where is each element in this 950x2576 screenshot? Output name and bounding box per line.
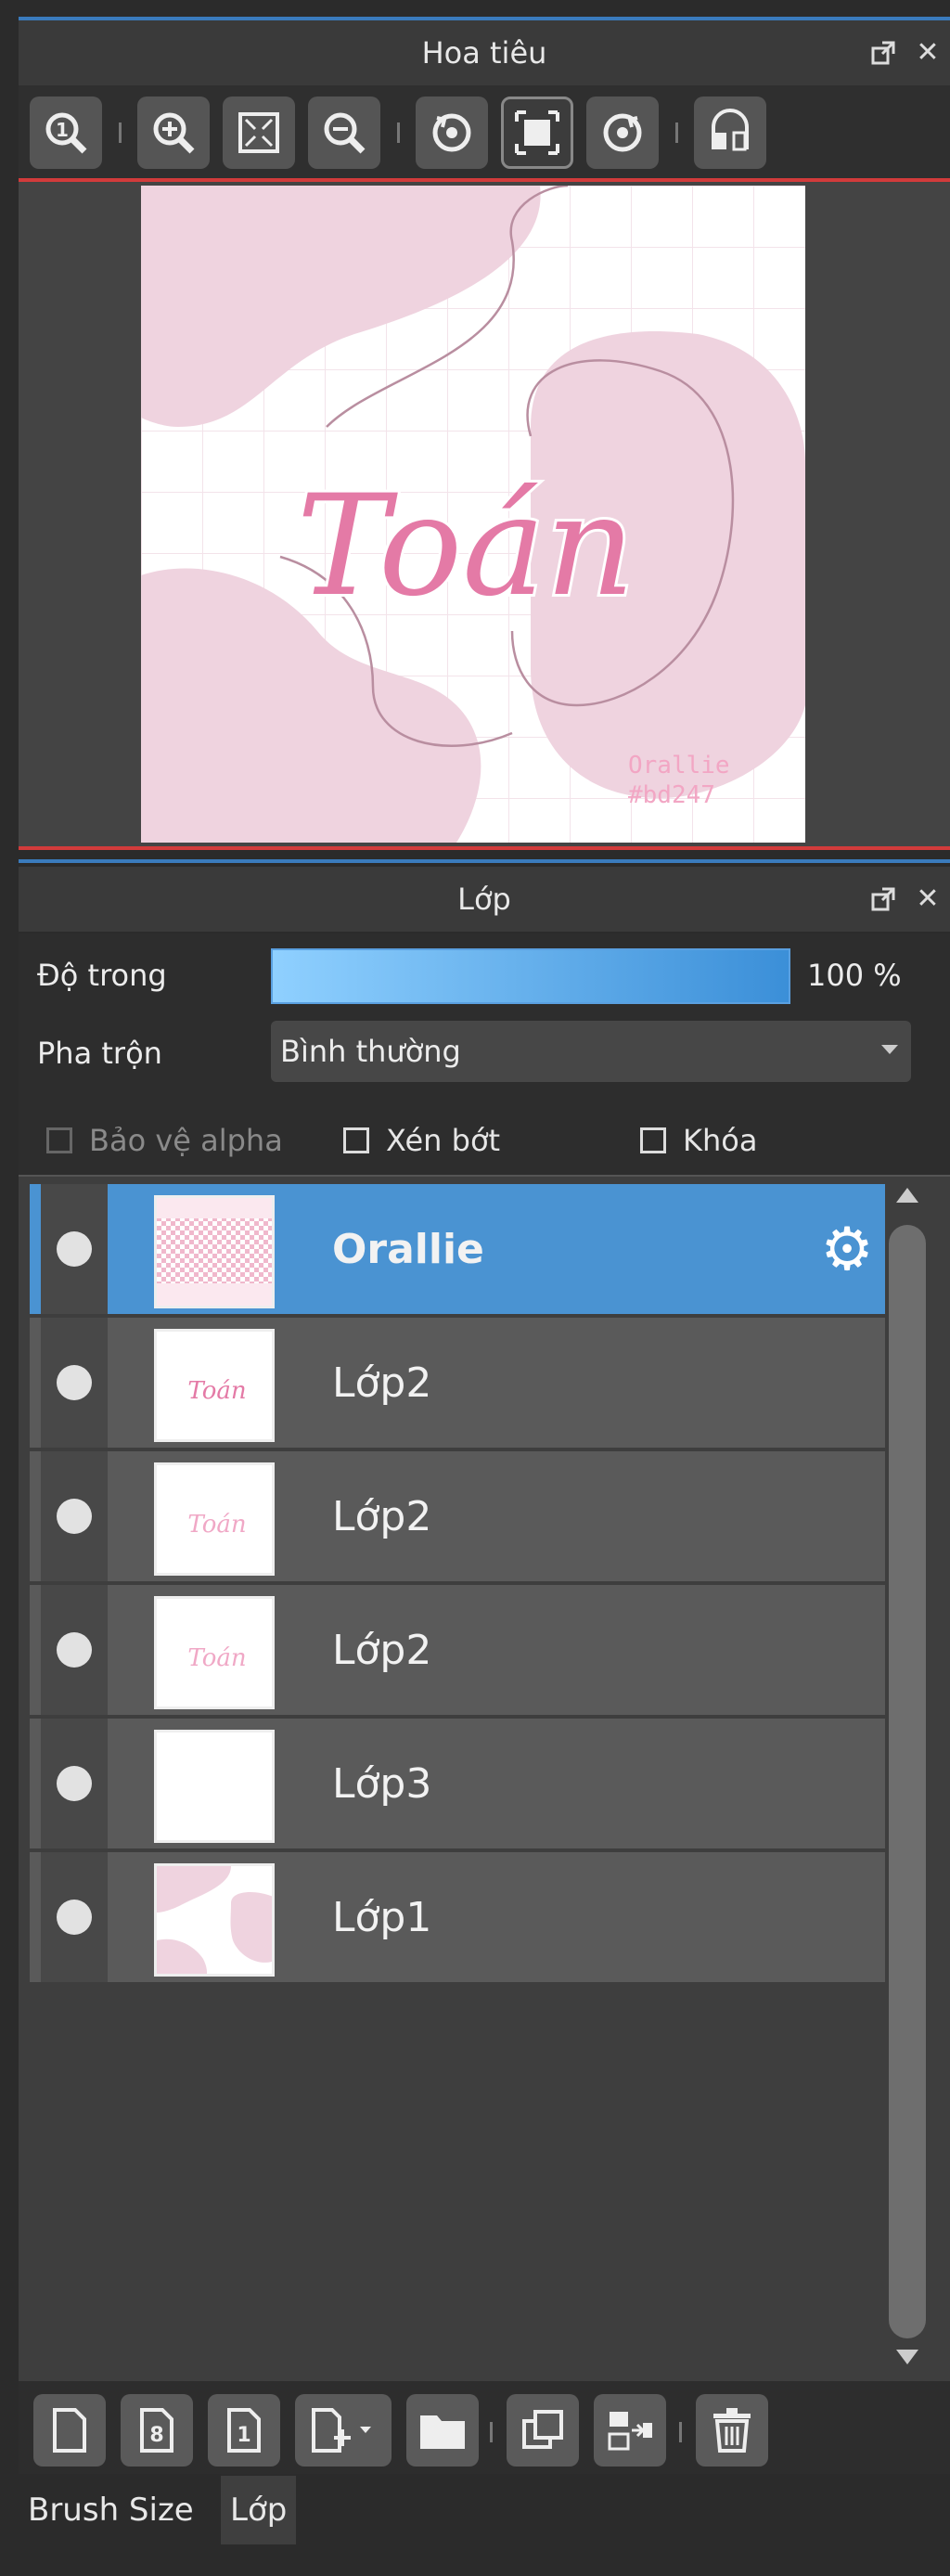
visibility-toggle[interactable]	[41, 1318, 108, 1448]
visibility-toggle[interactable]	[41, 1451, 108, 1581]
flip-horizontal-icon[interactable]	[694, 97, 766, 169]
zoom-actual-icon[interactable]: 1	[30, 97, 102, 169]
scroll-thumb[interactable]	[889, 1225, 926, 2338]
fit-canvas-icon[interactable]	[501, 97, 573, 169]
close-icon[interactable]: ✕	[915, 885, 941, 913]
layer-name: Lớp3	[332, 1759, 432, 1808]
navigator-title: Hoa tiêu	[421, 35, 547, 71]
blend-mode-select[interactable]: Bình thường	[271, 1021, 911, 1082]
svg-text:Toán: Toán	[187, 1511, 246, 1539]
blend-mode-value: Bình thường	[280, 1034, 461, 1069]
navigator-view[interactable]: Toán Orallie #bd247	[19, 178, 950, 850]
chevron-down-icon	[881, 1045, 898, 1054]
layer-toolbar: 8 1	[19, 2381, 950, 2474]
checkbox-icon	[46, 1127, 72, 1153]
layer-row[interactable]: Orallie ⚙	[30, 1184, 885, 1318]
rotate-left-icon[interactable]	[416, 97, 488, 169]
navigator-header: Hoa tiêu ✕	[19, 20, 950, 85]
visibility-toggle[interactable]	[41, 1184, 108, 1314]
popout-icon[interactable]	[870, 886, 896, 912]
opacity-value: 100 %	[807, 958, 902, 993]
toolbar-separator	[675, 122, 678, 143]
scroll-down-icon[interactable]	[896, 2350, 918, 2364]
opacity-slider[interactable]	[271, 948, 790, 1004]
new-8bit-layer-icon[interactable]: 8	[121, 2394, 193, 2467]
visibility-dot-icon	[57, 1766, 92, 1801]
canvas-title: Toán	[297, 466, 635, 627]
svg-text:1: 1	[237, 2424, 250, 2447]
close-icon[interactable]: ✕	[915, 39, 941, 67]
clipping-checkbox[interactable]: Xén bớt	[343, 1123, 500, 1158]
layer-name: Lớp2	[332, 1626, 432, 1674]
toolbar-separator	[679, 2422, 682, 2442]
visibility-dot-icon	[57, 1900, 92, 1935]
panel-divider	[19, 859, 950, 863]
fit-screen-icon[interactable]	[223, 97, 295, 169]
checkbox-icon	[640, 1127, 666, 1153]
layer-thumbnail	[154, 1730, 275, 1843]
new-1bit-layer-icon[interactable]: 1	[208, 2394, 280, 2467]
toolbar-separator	[119, 122, 122, 143]
protect-alpha-label: Bảo vệ alpha	[89, 1123, 283, 1158]
visibility-dot-icon	[57, 1632, 92, 1668]
lock-label: Khóa	[683, 1123, 758, 1158]
panel-tabs: Brush Size Lớp	[19, 2474, 950, 2576]
tab-layer[interactable]: Lớp	[221, 2476, 297, 2544]
layer-list: Orallie ⚙ Toán Lớp2 Toán Lớp2 Toán Lớp2 …	[19, 1175, 950, 2381]
zoom-out-icon[interactable]	[308, 97, 380, 169]
visibility-toggle[interactable]	[41, 1719, 108, 1848]
layer-name: Lớp2	[332, 1492, 432, 1540]
toolbar-separator	[490, 2422, 493, 2442]
clipping-label: Xén bớt	[386, 1123, 501, 1158]
duplicate-layer-icon[interactable]	[507, 2394, 579, 2467]
visibility-dot-icon	[57, 1231, 92, 1267]
layer-name: Lớp2	[332, 1359, 432, 1407]
opacity-label: Độ trong	[37, 958, 167, 993]
gear-icon[interactable]: ⚙	[815, 1217, 879, 1282]
layer-row[interactable]: Toán Lớp2	[30, 1318, 885, 1451]
new-layer-icon[interactable]	[33, 2394, 106, 2467]
tab-brush-size[interactable]: Brush Size	[19, 2476, 203, 2544]
visibility-dot-icon	[57, 1365, 92, 1400]
svg-text:1: 1	[56, 119, 69, 141]
layer-thumbnail: Toán	[154, 1462, 275, 1576]
lock-checkbox[interactable]: Khóa	[640, 1123, 757, 1158]
visibility-toggle[interactable]	[41, 1852, 108, 1982]
scroll-up-icon[interactable]	[896, 1188, 918, 1203]
layer-panel-title: Lớp	[457, 882, 511, 917]
protect-alpha-checkbox[interactable]: Bảo vệ alpha	[46, 1123, 283, 1158]
layer-row[interactable]: Toán Lớp2	[30, 1451, 885, 1585]
layer-thumbnail	[154, 1195, 275, 1308]
svg-text:Toán: Toán	[187, 1644, 246, 1672]
trash-icon[interactable]	[696, 2394, 768, 2467]
navigator-toolbar: 1	[19, 85, 950, 178]
add-layer-menu-icon[interactable]	[295, 2394, 392, 2467]
layer-thumbnail	[154, 1863, 275, 1977]
layer-row[interactable]: Lớp3	[30, 1719, 885, 1852]
layer-name: Lớp1	[332, 1893, 432, 1941]
popout-icon[interactable]	[870, 40, 896, 66]
merge-layer-icon[interactable]	[594, 2394, 666, 2467]
layer-panel-header: Lớp ✕	[19, 867, 950, 932]
canvas-preview: Toán Orallie #bd247	[141, 186, 805, 843]
visibility-toggle[interactable]	[41, 1585, 108, 1715]
canvas-signature-code: #bd247	[628, 781, 715, 809]
svg-text:8: 8	[149, 2424, 163, 2447]
layer-thumbnail: Toán	[154, 1596, 275, 1709]
rotate-right-icon[interactable]	[586, 97, 659, 169]
canvas-signature: Orallie	[628, 752, 730, 779]
layer-scrollbar[interactable]	[876, 1184, 931, 2381]
layer-properties: Độ trong 100 % Pha trộn Bình thường Bảo …	[19, 934, 950, 1175]
layer-row[interactable]: Toán Lớp2	[30, 1585, 885, 1719]
checkbox-icon	[343, 1127, 369, 1153]
svg-text:Toán: Toán	[187, 1377, 246, 1405]
zoom-in-icon[interactable]	[137, 97, 210, 169]
layer-row[interactable]: Lớp1	[30, 1852, 885, 1986]
blend-label: Pha trộn	[37, 1036, 162, 1071]
layer-name: Orallie	[332, 1225, 484, 1273]
layer-thumbnail: Toán	[154, 1329, 275, 1442]
folder-icon[interactable]	[406, 2394, 479, 2467]
toolbar-separator	[397, 122, 400, 143]
visibility-dot-icon	[57, 1499, 92, 1534]
